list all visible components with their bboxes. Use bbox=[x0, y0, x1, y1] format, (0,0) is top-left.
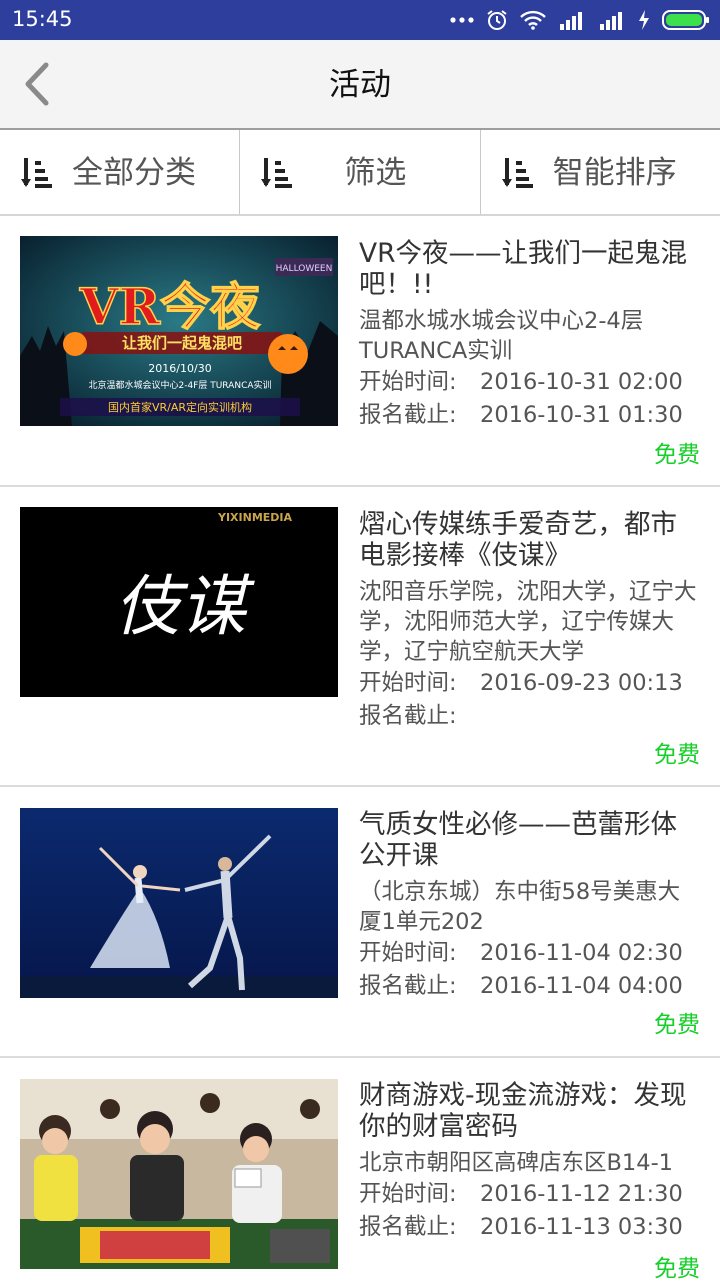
filter-category[interactable]: 全部分类 bbox=[0, 130, 241, 214]
list-item[interactable]: HALLOWEEN VR今夜 让我们一起鬼混吧 2016/10/30 北京温都水… bbox=[0, 216, 720, 487]
deadline-label: 报名截止: bbox=[359, 972, 457, 999]
event-title: 气质女性必修——芭蕾形体公开课 bbox=[359, 809, 677, 871]
event-info: VR今夜——让我们一起鬼混吧！!! 温都水城水城会议中心2-4层TURANCA实… bbox=[359, 238, 702, 431]
page-title: 活动 bbox=[329, 67, 391, 103]
poster-date: 2016/10/30 bbox=[148, 362, 211, 375]
charging-icon bbox=[639, 10, 649, 30]
event-location: 北京市朝阳区高碑店东区B14-1 bbox=[359, 1150, 674, 1176]
event-poster-image: YIXINMEDIA 伎谋 bbox=[20, 507, 338, 697]
more-dots-icon bbox=[450, 17, 474, 23]
event-title: 财商游戏-现金流游戏：发现你的财富密码 bbox=[359, 1080, 687, 1142]
start-label: 开始时间: bbox=[359, 1181, 457, 1207]
start-label: 开始时间: bbox=[359, 369, 457, 395]
poster-badge: HALLOWEEN bbox=[276, 264, 333, 274]
event-deadline: 报名截止: bbox=[359, 700, 702, 733]
event-location: 温都水城水城会议中心2-4层TURANCA实训 bbox=[359, 308, 644, 364]
event-start: 开始时间: 2016-09-23 00:13 bbox=[359, 667, 702, 700]
event-photo-image bbox=[20, 1079, 338, 1269]
event-title: 熠心传媒练手爱奇艺，都市电影接棒《伎谋》 bbox=[359, 509, 677, 571]
filter-screen[interactable]: 筛选 bbox=[240, 130, 481, 214]
start-value: 2016-09-23 00:13 bbox=[480, 670, 683, 696]
status-icons bbox=[450, 0, 710, 40]
deadline-value: 2016-11-04 04:00 bbox=[480, 972, 683, 999]
status-time: 15:45 bbox=[12, 7, 73, 31]
poster-headline: 伎谋 bbox=[114, 568, 255, 645]
poster-venue: 北京温都水城会议中心2-4F层 TURANCA实训 bbox=[88, 379, 271, 391]
list-item[interactable]: YIXINMEDIA 伎谋 熠心传媒练手爱奇艺，都市电影接棒《伎谋》 沈阳音乐学… bbox=[0, 487, 720, 787]
filter-category-label: 全部分类 bbox=[72, 155, 196, 191]
sort-icon bbox=[21, 158, 52, 188]
alarm-clock-icon bbox=[487, 10, 507, 30]
event-start: 开始时间: 2016-11-12 21:30 bbox=[359, 1178, 702, 1211]
start-value: 2016-10-31 02:00 bbox=[480, 369, 683, 395]
signal-icon-1 bbox=[560, 12, 582, 30]
list-item[interactable]: 气质女性必修——芭蕾形体公开课 （北京东城）东中街58号美惠大厦1单元202 开… bbox=[0, 787, 720, 1058]
start-value: 2016-11-04 02:30 bbox=[480, 940, 683, 966]
filter-bar: 全部分类 筛选 智能排序 bbox=[0, 130, 720, 216]
price-badge: 免费 bbox=[654, 1012, 700, 1038]
deadline-label: 报名截止: bbox=[359, 401, 457, 428]
event-start: 开始时间: 2016-11-04 02:30 bbox=[359, 937, 702, 970]
battery-icon bbox=[662, 10, 709, 30]
status-bar: 15:45 bbox=[0, 0, 720, 40]
deadline-value: 2016-10-31 01:30 bbox=[480, 401, 683, 428]
price-badge: 免费 bbox=[654, 742, 700, 768]
price-badge: 免费 bbox=[654, 1256, 700, 1282]
start-value: 2016-11-12 21:30 bbox=[480, 1181, 683, 1207]
filter-screen-label: 筛选 bbox=[344, 155, 407, 191]
event-location: （北京东城）东中街58号美惠大厦1单元202 bbox=[359, 879, 681, 935]
start-label: 开始时间: bbox=[359, 670, 457, 696]
event-poster-image: HALLOWEEN VR今夜 让我们一起鬼混吧 2016/10/30 北京温都水… bbox=[20, 236, 338, 426]
event-info: 财商游戏-现金流游戏：发现你的财富密码 北京市朝阳区高碑店东区B14-1 开始时… bbox=[359, 1080, 702, 1243]
poster-tagline: 让我们一起鬼混吧 bbox=[122, 334, 242, 352]
event-info: 气质女性必修——芭蕾形体公开课 （北京东城）东中街58号美惠大厦1单元202 开… bbox=[359, 809, 702, 1002]
event-list: HALLOWEEN VR今夜 让我们一起鬼混吧 2016/10/30 北京温都水… bbox=[0, 216, 720, 1282]
back-button[interactable] bbox=[6, 54, 66, 114]
filter-sort[interactable]: 智能排序 bbox=[481, 130, 720, 214]
event-ballet-image bbox=[20, 808, 338, 998]
signal-icon-2 bbox=[600, 12, 622, 30]
event-location: 沈阳音乐学院，沈阳大学，辽宁大学，沈阳师范大学，辽宁传媒大学，辽宁航空航天大学 bbox=[359, 579, 697, 665]
sort-icon bbox=[261, 158, 293, 188]
poster-org: 国内首家VR/AR定向实训机构 bbox=[108, 400, 252, 414]
filter-sort-label: 智能排序 bbox=[552, 155, 677, 191]
event-title: VR今夜——让我们一起鬼混吧！!! bbox=[359, 238, 688, 300]
event-deadline: 报名截止: 2016-11-13 03:30 bbox=[359, 1211, 702, 1244]
deadline-label: 报名截止: bbox=[359, 1213, 457, 1240]
deadline-value: 2016-11-13 03:30 bbox=[480, 1213, 683, 1240]
wifi-icon bbox=[520, 10, 546, 30]
nav-bar: 活动 bbox=[0, 40, 720, 130]
start-label: 开始时间: bbox=[359, 940, 457, 966]
price-badge: 免费 bbox=[654, 442, 700, 468]
event-deadline: 报名截止: 2016-10-31 01:30 bbox=[359, 399, 702, 432]
sort-icon bbox=[501, 158, 533, 188]
poster-brand: YIXINMEDIA bbox=[217, 511, 293, 524]
event-deadline: 报名截止: 2016-11-04 04:00 bbox=[359, 970, 702, 1003]
event-start: 开始时间: 2016-10-31 02:00 bbox=[359, 366, 702, 399]
event-info: 熠心传媒练手爱奇艺，都市电影接棒《伎谋》 沈阳音乐学院，沈阳大学，辽宁大学，沈阳… bbox=[359, 509, 702, 732]
back-arrow-icon bbox=[25, 62, 49, 106]
poster-headline: VR今夜 bbox=[79, 277, 261, 336]
list-item[interactable]: 财商游戏-现金流游戏：发现你的财富密码 北京市朝阳区高碑店东区B14-1 开始时… bbox=[0, 1058, 720, 1282]
deadline-label: 报名截止: bbox=[359, 702, 457, 729]
